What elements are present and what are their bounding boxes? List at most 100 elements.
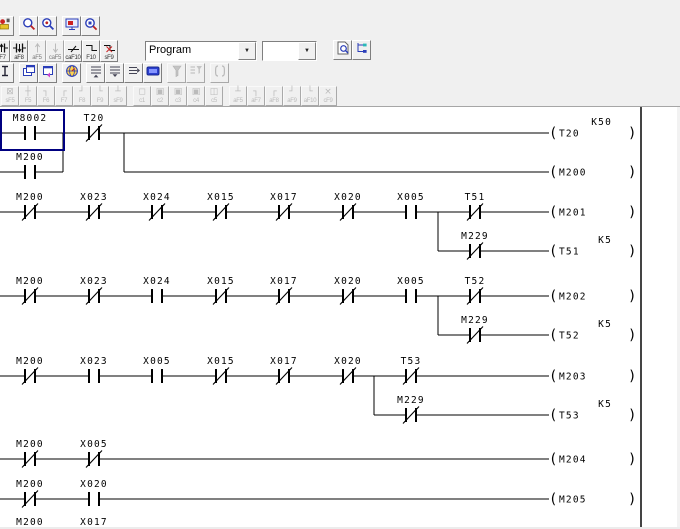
delete-row-button[interactable] [105, 63, 124, 83]
contact-M200[interactable]: M200 [16, 276, 44, 305]
contact-X020[interactable]: X020 [334, 192, 362, 221]
coil-M200[interactable]: (M200) [549, 165, 636, 181]
contact-T53[interactable]: T53 [401, 356, 422, 385]
rung-4[interactable]: M200 X023 X005 X015 X017 X020 T53 M229 (M203) (T5… [0, 356, 636, 424]
coil-M204[interactable]: (M204) [549, 452, 636, 468]
contact-X023[interactable]: X023 [80, 356, 108, 383]
doc-find-icon [336, 41, 350, 60]
rung-6[interactable]: M200 X020 (M205) [0, 479, 636, 508]
rung-2[interactable]: M200 X023 X024 X015 X017 X020 X005 T51 M229 (M201… [0, 192, 636, 260]
svg-text:M200: M200 [16, 192, 44, 203]
trace-button [210, 63, 229, 83]
find-instruction-button[interactable] [38, 16, 57, 36]
coil-T53[interactable]: (T53) K5 [549, 399, 636, 424]
contact-M200[interactable]: M200 [16, 479, 44, 508]
blank-combo-arrow[interactable]: ▼ [298, 42, 316, 60]
svg-text:X020: X020 [334, 356, 362, 367]
pulse-close-contact-button[interactable]: aF8 [10, 40, 28, 62]
svg-text:M202: M202 [559, 292, 587, 303]
pulse-open-contact-button[interactable]: aF7 [0, 40, 10, 62]
device-monitor-button[interactable] [62, 16, 81, 36]
project-data-button[interactable] [0, 16, 14, 36]
insert-row-button[interactable] [86, 63, 105, 83]
contact-X023[interactable]: X023 [80, 276, 108, 305]
program-combo[interactable]: Program ▼ [145, 41, 257, 61]
window-new-button[interactable] [38, 63, 57, 83]
coil-T20[interactable]: (T20) K50 [549, 117, 636, 142]
contact-X015[interactable]: X015 [207, 192, 235, 221]
glyph-icon: ⊠ [6, 87, 14, 97]
coil-T51[interactable]: (T51) K5 [549, 235, 636, 260]
shortcut-label: F7 [60, 98, 68, 104]
contact-X005[interactable]: X005 [143, 356, 171, 383]
invert-result-button[interactable]: caF10 [64, 40, 82, 62]
list-display-button[interactable] [352, 40, 371, 60]
program-combo-arrow[interactable]: ▼ [238, 42, 256, 60]
contact-M200[interactable]: M200 [16, 152, 44, 179]
contact-T51[interactable]: T51 [465, 192, 486, 221]
shortcut-label: F5 [24, 98, 32, 104]
contact-X023[interactable]: X023 [80, 192, 108, 221]
contact-X020[interactable]: X020 [334, 356, 362, 385]
coil-M205[interactable]: (M205) [549, 492, 636, 508]
online-globe-button[interactable] [62, 63, 81, 83]
shortcut-label: sF9 [104, 55, 114, 61]
svg-text:): ) [628, 328, 636, 344]
blue-box-icon [146, 64, 160, 83]
filter-icon [170, 64, 184, 83]
contact-T20[interactable]: T20 [84, 113, 105, 142]
insert-column-button[interactable] [124, 63, 143, 83]
contact-M229[interactable]: M229 [397, 395, 425, 424]
find-monitor-button[interactable] [81, 16, 100, 36]
contact-X024[interactable]: X024 [143, 276, 171, 303]
coil-M201[interactable]: (M201) [549, 205, 636, 221]
svg-text:): ) [628, 492, 636, 508]
window-cascade-button[interactable] [19, 63, 38, 83]
contact-M229[interactable]: M229 [461, 315, 489, 344]
contact-X020[interactable]: X020 [80, 479, 108, 506]
shortcut-label: c4 [193, 98, 199, 104]
rung-5[interactable]: M200 X005 (M204) [0, 439, 636, 468]
contact-T52[interactable]: T52 [465, 276, 486, 305]
screen-color-button[interactable] [143, 63, 162, 83]
coil-M202[interactable]: (M202) [549, 289, 636, 305]
svg-text:(: ( [549, 244, 557, 260]
find-device-button[interactable] [19, 16, 38, 36]
svg-text:X005: X005 [143, 356, 171, 367]
contact-X017[interactable]: X017 [270, 356, 298, 385]
blank-combo[interactable]: ▼ [262, 41, 317, 61]
rung-3[interactable]: M200 X023 X024 X015 X017 X020 X005 T52 M229 (M202… [0, 276, 636, 344]
svg-text:X020: X020 [334, 276, 362, 287]
svg-text:T51: T51 [465, 192, 486, 203]
contact-M229[interactable]: M229 [461, 231, 489, 260]
coil-T52[interactable]: (T52) K5 [549, 319, 636, 344]
contact-M200[interactable]: M200 [16, 439, 44, 468]
contact-X005[interactable]: X005 [397, 192, 425, 219]
contact-X015[interactable]: X015 [207, 276, 235, 305]
ladder-edit-area[interactable]: M8002 T20 M200(T20) K50(M200) M200 X023 X024 X0… [0, 107, 680, 529]
glyph-icon: ┘ [79, 87, 85, 97]
filter-button [167, 63, 186, 83]
contact-X024[interactable]: X024 [143, 192, 171, 221]
write-line-button[interactable]: F10 [82, 40, 100, 62]
contact-X020[interactable]: X020 [334, 276, 362, 305]
contact-M8002[interactable]: M8002 [13, 113, 48, 140]
line-edit-c3-button: ▣ c3 [169, 86, 187, 106]
contact-M200[interactable]: M200 [16, 192, 44, 221]
rung-1[interactable]: M8002 T20 M200 (T20)K50 (M200) [0, 113, 636, 181]
delete-line-button[interactable]: sF9 [100, 40, 118, 62]
contact-X015[interactable]: X015 [207, 356, 235, 385]
sort-button[interactable] [0, 63, 14, 83]
contact-M200[interactable]: M200 [16, 356, 44, 385]
coil-M203[interactable]: (M203) [549, 369, 636, 385]
ladder-canvas[interactable]: M8002 T20M200(T20)K50(M200)M200 X023 X024 X0… [0, 107, 680, 529]
svg-text:X005: X005 [80, 439, 108, 450]
contact-X017[interactable]: X017 [270, 276, 298, 305]
comment-display-button[interactable] [333, 40, 352, 60]
chevron-down-icon: ▼ [304, 48, 310, 54]
contact-X005[interactable]: X005 [80, 439, 108, 468]
ibeam-icon [0, 64, 12, 83]
contact-X017[interactable]: X017 [270, 192, 298, 221]
contact-X005[interactable]: X005 [397, 276, 425, 303]
svg-text:M200: M200 [16, 479, 44, 490]
